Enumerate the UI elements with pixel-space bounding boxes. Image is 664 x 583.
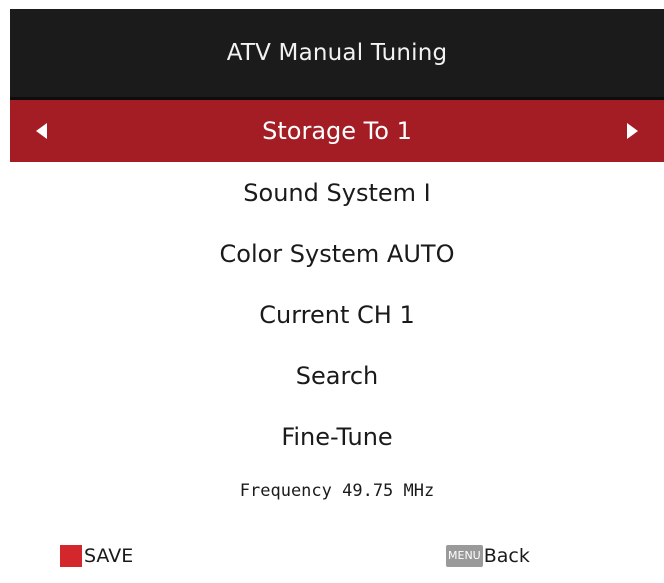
menu-item-current-ch[interactable]: Current CH 1 xyxy=(10,284,664,345)
menu-item-fine-tune[interactable]: Fine-Tune xyxy=(10,406,664,467)
back-label: Back xyxy=(483,545,530,567)
menu-item-label: Fine-Tune xyxy=(281,422,393,451)
menu-item-label: Color System AUTO xyxy=(219,239,455,268)
frequency-readout: Frequency 49.75 MHz xyxy=(239,481,435,501)
menu-item-label: Search xyxy=(295,361,379,390)
back-hint[interactable]: MENU Back xyxy=(446,545,530,567)
menu-title: ATV Manual Tuning xyxy=(226,40,448,66)
save-label: SAVE xyxy=(84,545,134,567)
menu-footer: SAVE MENU Back xyxy=(10,539,664,579)
menu-header: ATV Manual Tuning xyxy=(10,9,664,100)
menu-item-storage-to[interactable]: Storage To 1 xyxy=(10,100,664,162)
menu-item-sound-system[interactable]: Sound System I xyxy=(10,162,664,223)
menu-item-label: Sound System I xyxy=(243,178,431,207)
menu-key-icon: MENU xyxy=(446,545,483,567)
right-arrow-icon[interactable] xyxy=(627,123,638,139)
menu-item-color-system[interactable]: Color System AUTO xyxy=(10,223,664,284)
save-hint[interactable]: SAVE xyxy=(60,545,133,567)
menu-item-search[interactable]: Search xyxy=(10,345,664,406)
left-arrow-icon[interactable] xyxy=(36,123,47,139)
menu-item-label: Current CH 1 xyxy=(259,300,415,329)
red-key-icon xyxy=(60,545,82,567)
menu-list: Storage To 1 Sound System I Color System… xyxy=(10,100,664,467)
tuning-menu-panel: ATV Manual Tuning Storage To 1 Sound Sys… xyxy=(10,9,664,583)
menu-item-label: Storage To 1 xyxy=(262,117,412,145)
